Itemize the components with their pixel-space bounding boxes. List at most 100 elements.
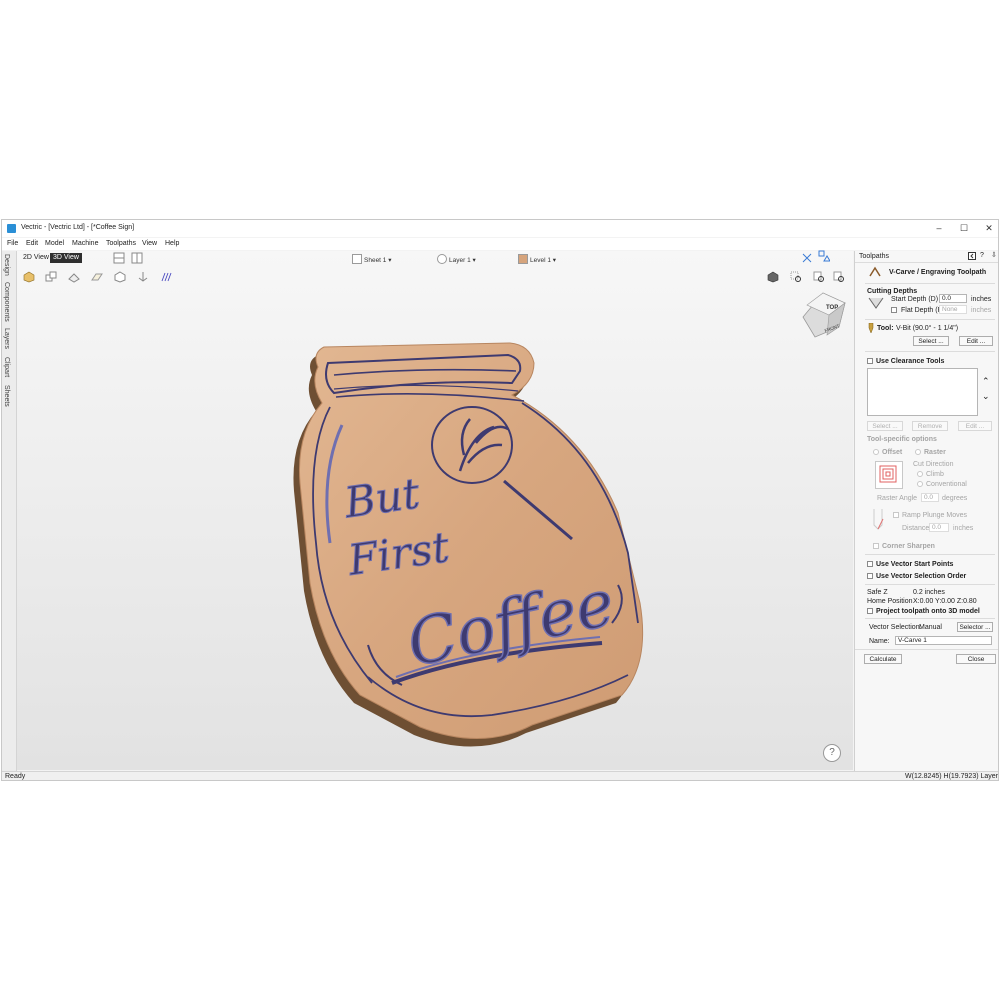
raster-radio[interactable] [915,449,921,455]
project-toolpath-checkbox[interactable] [867,608,873,614]
cut-direction-label: Cut Direction [913,461,954,468]
coffee-sign-model: But First Coffee [293,342,644,747]
tool-label: Tool: [877,325,894,332]
layer-selector[interactable]: Layer 1 ▾ [437,254,476,264]
start-depth-input[interactable]: 0.0 [939,294,967,303]
corner-sharpen-checkbox[interactable] [873,543,879,549]
menu-file[interactable]: File [7,240,18,247]
minimize-button[interactable]: – [932,222,946,234]
tab-sheets[interactable]: Sheets [3,385,10,407]
calculate-button[interactable]: Calculate [864,654,902,664]
menu-bar: File Edit Model Machine Toolpaths View H… [2,238,998,250]
status-dimensions: W(12.8245) H(19.7923) Layer 1 [905,773,998,780]
pin-icon[interactable]: ⇩ [991,251,997,259]
safe-z-label: Safe Z [867,589,888,596]
vector-selection-label: Vector Selection: [869,624,922,631]
clearance-select-button[interactable]: Select ... [867,421,903,431]
sheet-selector[interactable]: Sheet 1 ▾ [352,254,392,264]
clearance-edit-button[interactable]: Edit ... [958,421,992,431]
offset-radio[interactable] [873,449,879,455]
home-position-label: Home Position [867,598,913,605]
home-position-value: X:0.00 Y:0.00 Z:0.80 [913,598,977,605]
menu-toolpaths[interactable]: Toolpaths [106,240,136,247]
box-icon[interactable] [114,271,126,283]
menu-machine[interactable]: Machine [72,240,98,247]
ramp-plunge-checkbox[interactable] [893,512,899,518]
flat-depth-label: Flat Depth (F) [901,307,945,314]
shapes-icon[interactable] [818,250,830,262]
tool-edit-button[interactable]: Edit ... [959,336,993,346]
raster-angle-input[interactable]: 0.0 [921,493,939,502]
app-icon [7,224,16,233]
conventional-label: Conventional [926,481,967,488]
components-icon[interactable] [45,271,57,283]
name-label: Name: [869,638,890,645]
maximize-button[interactable]: ☐ [957,222,971,234]
tab-components[interactable]: Components [3,282,10,322]
tab-design[interactable]: Design [3,254,10,276]
offset-label: Offset [882,449,903,456]
window-title: Vectric - [Vectric Ltd] - [*Coffee Sign] [21,224,135,231]
menu-model[interactable]: Model [45,240,64,247]
close-button[interactable]: Close [956,654,996,664]
raster-angle-unit: degrees [942,495,968,502]
distance-label: Distance [902,525,930,532]
move-up-icon[interactable]: ⌃ [982,376,990,387]
vector-selection-value: Manual [919,624,942,631]
clearance-remove-button[interactable]: Remove [912,421,948,431]
clearance-tools-list[interactable] [867,368,978,416]
panel-header: Toolpaths [859,253,889,260]
zoom-in-icon[interactable] [813,271,825,283]
move-down-icon[interactable]: ⌄ [982,391,990,402]
view-cube[interactable]: TOP FRONT [799,291,849,343]
toolpaths-panel: Toolpaths ? ⇩ V-Carve / Engraving Toolpa… [854,251,998,771]
level-selector[interactable]: Level 1 ▾ [518,254,556,264]
offset-pattern-icon [875,461,903,489]
tab-3d-view[interactable]: 3D View [50,253,82,263]
toolpath-lines-icon[interactable] [160,271,172,283]
plane-icon[interactable] [91,271,103,283]
menu-edit[interactable]: Edit [26,240,38,247]
split-horizontal-icon[interactable] [113,252,125,264]
vector-selection-order-checkbox[interactable] [867,573,873,579]
flat-depth-input[interactable]: None [939,305,967,314]
close-window-button[interactable]: ✕ [982,222,996,234]
origin-icon[interactable] [137,271,149,283]
tool-select-button[interactable]: Select ... [913,336,949,346]
project-toolpath-label: Project toolpath onto 3D model [876,608,980,615]
tool-specific-heading: Tool-specific options [867,436,937,443]
conventional-radio[interactable] [917,481,923,487]
toolpath-name-input[interactable]: V-Carve 1 [895,636,992,645]
help-question-icon[interactable]: ? [980,252,984,259]
menu-help[interactable]: Help [165,240,179,247]
application-window: Vectric - [Vectric Ltd] - [*Coffee Sign]… [1,219,999,781]
zoom-window-icon[interactable] [833,271,845,283]
shading-icon[interactable] [767,271,779,283]
vector-start-points-checkbox[interactable] [867,561,873,567]
help-button[interactable]: ? [823,744,841,762]
snap-icon[interactable] [801,252,813,264]
pin-left-icon[interactable] [968,252,976,260]
panel-title: V-Carve / Engraving Toolpath [889,269,987,276]
use-clearance-checkbox[interactable] [867,358,873,364]
climb-radio[interactable] [917,471,923,477]
tool-value: V-Bit (90.0° - 1 1/4") [896,325,959,332]
use-clearance-label: Use Clearance Tools [876,358,945,365]
tab-2d-view[interactable]: 2D View [20,253,52,263]
title-bar: Vectric - [Vectric Ltd] - [*Coffee Sign]… [2,220,998,237]
flat-depth-checkbox[interactable] [891,307,897,313]
distance-input[interactable]: 0.0 [929,523,949,532]
selector-button[interactable]: Selector ... [957,622,993,632]
model-cube-icon[interactable] [23,271,35,283]
split-vertical-icon[interactable] [131,252,143,264]
ramp-diagram-icon [873,509,884,530]
tab-layers[interactable]: Layers [3,328,10,349]
level-selector-label: Level 1 [530,257,551,264]
3d-viewport[interactable]: 2D View 3D View Sheet 1 ▾ Layer 1 ▾ Leve… [17,250,853,770]
raster-angle-label: Raster Angle [877,495,918,502]
material-icon[interactable] [68,271,80,283]
ramp-plunge-label: Ramp Plunge Moves [902,512,967,519]
zoom-fit-icon[interactable] [790,271,802,283]
tab-clipart[interactable]: Clipart [3,357,10,377]
menu-view[interactable]: View [142,240,157,247]
